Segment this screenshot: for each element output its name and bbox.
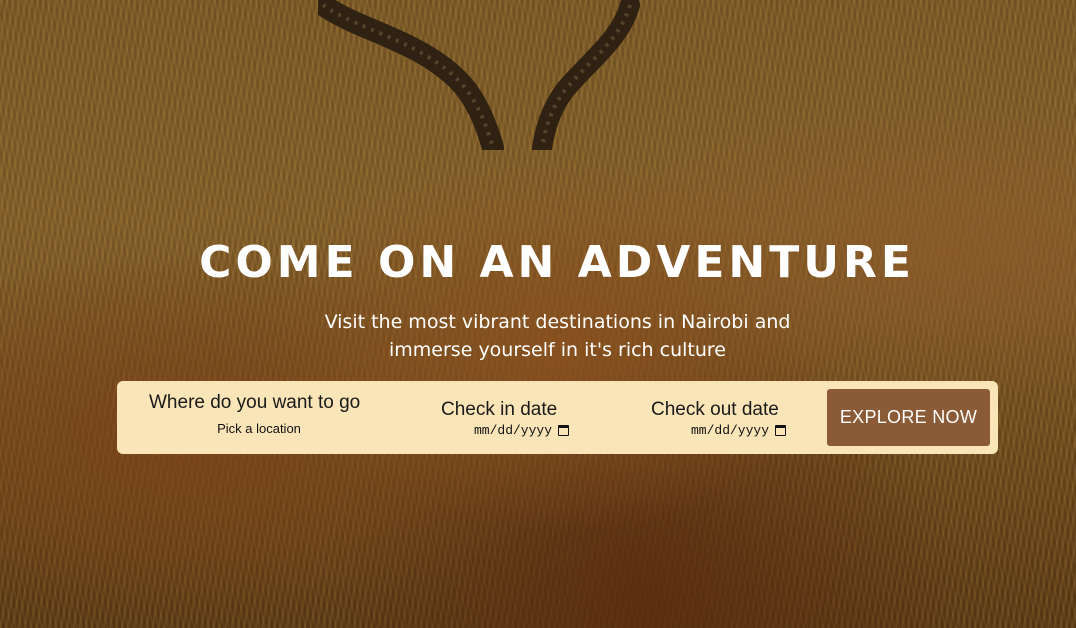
checkin-date-input[interactable]: mm/dd/yyyy [474, 423, 570, 438]
booking-search-bar: Where do you want to go Check in date mm… [117, 381, 998, 454]
checkin-label: Check in date [441, 399, 558, 420]
calendar-icon[interactable] [775, 425, 787, 436]
checkout-label: Check out date [651, 399, 779, 420]
location-label: Where do you want to go [149, 392, 361, 413]
explore-now-button[interactable]: EXPLORE NOW [827, 389, 990, 446]
checkin-date-value: mm/dd/yyyy [474, 423, 553, 438]
calendar-icon[interactable] [558, 425, 570, 436]
hero-section: COME ON AN ADVENTURE Visit the most vibr… [0, 0, 1076, 628]
checkout-date-value: mm/dd/yyyy [691, 423, 770, 438]
checkout-date-input[interactable]: mm/dd/yyyy [691, 423, 787, 438]
hero-content: COME ON AN ADVENTURE Visit the most vibr… [0, 0, 1076, 628]
hero-title: COME ON AN ADVENTURE [199, 237, 915, 288]
hero-subtitle: Visit the most vibrant destinations in N… [324, 311, 791, 361]
location-input[interactable] [149, 421, 369, 436]
